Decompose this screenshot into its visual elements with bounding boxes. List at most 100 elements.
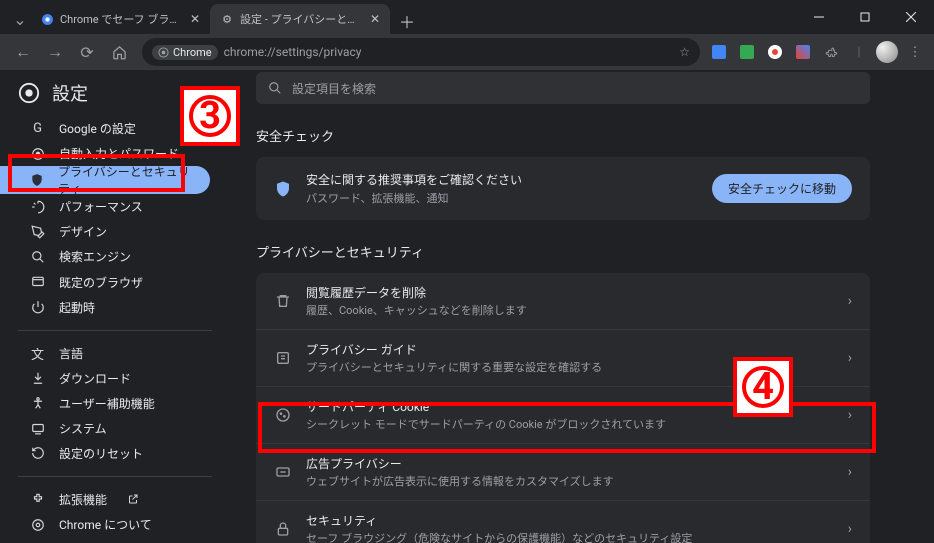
bookmark-icon[interactable]: ☆ xyxy=(679,45,690,59)
search-icon xyxy=(268,81,282,95)
row-ad-privacy[interactable]: 広告プライバシーウェブサイトが広告表示に使用する情報をカスタマイズします › xyxy=(256,443,870,500)
maximize-button[interactable] xyxy=(842,0,888,34)
sidebar-separator xyxy=(18,330,212,331)
cpu-icon xyxy=(30,421,45,436)
close-icon[interactable]: ✕ xyxy=(190,12,200,26)
extensions-button[interactable] xyxy=(820,41,842,63)
sidebar-item-label: 自動入力とパスワード xyxy=(59,145,179,162)
sidebar-item-search-engine[interactable]: 検索エンジン xyxy=(0,244,230,269)
power-icon xyxy=(30,300,45,315)
search-placeholder: 設定項目を検索 xyxy=(292,80,376,97)
row-security[interactable]: セキュリティセーフ ブラウジング（危険なサイトからの保護機能）などのセキュリティ… xyxy=(256,500,870,543)
toolbar: ← → ⟳ Chrome chrome://settings/privacy ☆… xyxy=(0,34,934,70)
accessibility-icon xyxy=(30,396,45,411)
settings-title: 設定 xyxy=(52,80,88,106)
safety-title: 安全に関する推奨事項をご確認ください xyxy=(306,171,698,188)
chrome-icon xyxy=(30,517,45,532)
sidebar-item-languages[interactable]: 文 言語 xyxy=(0,341,230,366)
settings-search[interactable]: 設定項目を検索 xyxy=(256,72,870,104)
favicon-settings: ⚙ xyxy=(220,12,234,26)
row-title: 閲覧履歴データを削除 xyxy=(306,284,834,301)
sidebar-item-system[interactable]: システム xyxy=(0,416,230,441)
sidebar-item-label: ダウンロード xyxy=(59,370,131,387)
chip-label: Chrome xyxy=(173,46,212,59)
sidebar-item-label: 既定のブラウザ xyxy=(59,274,143,291)
row-subtitle: ウェブサイトが広告表示に使用する情報をカスタマイズします xyxy=(306,473,834,489)
browser-icon xyxy=(30,275,45,290)
sidebar-item-google[interactable]: G Google の設定 xyxy=(0,116,230,141)
row-privacy-guide[interactable]: プライバシー ガイドプライバシーとセキュリティに関する重要な設定を確認する › xyxy=(256,329,870,386)
sidebar-item-label: パフォーマンス xyxy=(59,198,143,215)
chrome-logo-icon xyxy=(18,82,40,104)
ext-icon-1[interactable] xyxy=(708,41,730,63)
browser-tab-1[interactable]: ⚙ 設定 - プライバシーとセキュリティ ✕ xyxy=(210,4,390,34)
settings-content: 設定 G Google の設定 自動入力とパスワード プライバシーとセキュリティ… xyxy=(0,70,934,543)
main-panel: 設定項目を検索 安全チェック 安全に関する推奨事項をご確認ください パスワード、… xyxy=(230,70,934,543)
chevron-right-icon: › xyxy=(848,293,852,309)
back-button[interactable]: ← xyxy=(8,37,38,67)
sidebar-item-label: Google の設定 xyxy=(59,120,136,137)
brush-icon xyxy=(30,224,45,239)
minimize-button[interactable] xyxy=(796,0,842,34)
sidebar-item-label: 設定のリセット xyxy=(59,445,143,462)
chevron-right-icon: › xyxy=(848,521,852,537)
profile-avatar[interactable] xyxy=(876,41,898,63)
sidebar-item-default-browser[interactable]: 既定のブラウザ xyxy=(0,269,230,294)
sidebar-item-startup[interactable]: 起動時 xyxy=(0,295,230,320)
titlebar: ⌄ Chrome でセーフ ブラウジングの保… ✕ ⚙ 設定 - プライバシーと… xyxy=(0,0,934,34)
row-title: 広告プライバシー xyxy=(306,455,834,472)
close-window-button[interactable] xyxy=(888,0,934,34)
row-cookies[interactable]: サードパーティ Cookieシークレット モードでサードパーティの Cookie… xyxy=(256,386,870,443)
translate-icon: 文 xyxy=(30,346,45,361)
extension-icon xyxy=(30,492,45,507)
reload-button[interactable]: ⟳ xyxy=(72,37,102,67)
new-tab-button[interactable]: ＋ xyxy=(394,8,420,34)
sidebar-item-appearance[interactable]: デザイン xyxy=(0,219,230,244)
autofill-icon xyxy=(30,146,45,161)
close-icon[interactable]: ✕ xyxy=(370,12,380,26)
ext-icon-4[interactable] xyxy=(792,41,814,63)
trash-icon xyxy=(274,292,292,310)
tab-menu-chevron[interactable]: ⌄ xyxy=(10,4,30,34)
forward-button[interactable]: → xyxy=(40,37,70,67)
sidebar: 設定 G Google の設定 自動入力とパスワード プライバシーとセキュリティ… xyxy=(0,70,230,543)
menu-button[interactable]: ⋮ xyxy=(904,41,926,63)
site-chip: Chrome xyxy=(152,45,218,60)
sidebar-item-accessibility[interactable]: ユーザー補助機能 xyxy=(0,391,230,416)
ext-icon-3[interactable] xyxy=(764,41,786,63)
cookie-icon xyxy=(274,406,292,424)
privacy-settings-list: 閲覧履歴データを削除履歴、Cookie、キャッシュなどを削除します › プライバ… xyxy=(256,273,870,543)
sidebar-header: 設定 xyxy=(0,76,230,116)
sidebar-item-label: 拡張機能 xyxy=(59,491,107,508)
chevron-right-icon: › xyxy=(848,350,852,366)
row-subtitle: セーフ ブラウジング（危険なサイトからの保護機能）などのセキュリティ設定 xyxy=(306,530,834,543)
sidebar-item-extensions[interactable]: 拡張機能 xyxy=(0,487,230,512)
shield-icon xyxy=(30,173,44,188)
omnibox[interactable]: Chrome chrome://settings/privacy ☆ xyxy=(142,38,700,66)
row-title: プライバシー ガイド xyxy=(306,341,834,358)
browser-tab-0[interactable]: Chrome でセーフ ブラウジングの保… ✕ xyxy=(30,4,210,34)
search-icon xyxy=(30,249,45,264)
profile-separator: | xyxy=(848,41,870,63)
speed-icon xyxy=(30,199,45,214)
row-clear-data[interactable]: 閲覧履歴データを削除履歴、Cookie、キャッシュなどを削除します › xyxy=(256,273,870,329)
sidebar-item-reset[interactable]: 設定のリセット xyxy=(0,441,230,466)
safety-subtitle: パスワード、拡張機能、通知 xyxy=(306,190,698,206)
ext-icon-2[interactable] xyxy=(736,41,758,63)
sidebar-item-privacy[interactable]: プライバシーとセキュリティ xyxy=(0,166,210,194)
sidebar-item-downloads[interactable]: ダウンロード xyxy=(0,366,230,391)
sidebar-item-about[interactable]: Chrome について xyxy=(0,512,230,537)
favicon-google xyxy=(40,12,54,26)
url-text: chrome://settings/privacy xyxy=(224,45,362,59)
sidebar-item-performance[interactable]: パフォーマンス xyxy=(0,194,230,219)
sidebar-item-label: 検索エンジン xyxy=(59,248,131,265)
sidebar-item-label: 起動時 xyxy=(59,299,95,316)
sidebar-item-label: 言語 xyxy=(59,345,83,362)
guide-icon xyxy=(274,349,292,367)
home-button[interactable] xyxy=(104,37,134,67)
safety-check-title: 安全チェック xyxy=(256,126,886,145)
tab-label: 設定 - プライバシーとセキュリティ xyxy=(240,11,364,27)
row-subtitle: シークレット モードでサードパーティの Cookie がブロックされています xyxy=(306,416,834,432)
safety-check-button[interactable]: 安全チェックに移動 xyxy=(712,174,852,203)
reset-icon xyxy=(30,446,45,461)
